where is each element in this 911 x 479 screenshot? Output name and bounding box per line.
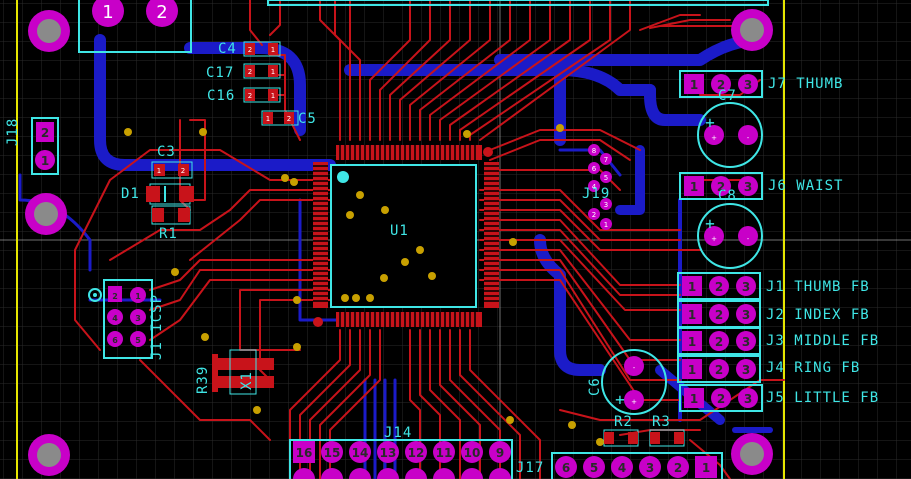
- label-c8: C8: [718, 188, 737, 204]
- svg-text:1: 1: [266, 115, 270, 123]
- j17-pad: 6: [562, 461, 570, 475]
- svg-text:2: 2: [248, 68, 252, 76]
- j17-pad: 3: [646, 461, 654, 475]
- label-j19: J19: [582, 186, 611, 202]
- label-j5-little-fb: J5 LITTLE FB: [766, 390, 880, 406]
- svg-text:3: 3: [604, 201, 608, 209]
- header-pad: 3: [744, 180, 752, 194]
- label-j7: J7 THUMB: [768, 76, 844, 92]
- label-c3: C3: [157, 144, 176, 160]
- svg-text:2: 2: [248, 92, 252, 100]
- label-r1: R1: [159, 226, 178, 242]
- j17-pad: 2: [674, 461, 682, 475]
- svg-text:1: 1: [271, 46, 275, 54]
- header-pad: 1: [690, 392, 698, 406]
- top-connector-pad-2: 2: [156, 2, 167, 23]
- header-pad: 1: [688, 363, 696, 377]
- top-connector-pad-1: 1: [102, 2, 113, 23]
- label-c6: C6: [587, 377, 603, 396]
- svg-text:1: 1: [604, 221, 608, 229]
- j18-pad-2: 2: [41, 126, 49, 140]
- svg-text:+: +: [631, 398, 637, 406]
- svg-text:5: 5: [604, 174, 608, 182]
- header-pad: 2: [715, 280, 723, 294]
- label-j17: J17: [516, 460, 545, 476]
- svg-text:1: 1: [271, 92, 275, 100]
- j14-pad: 12: [408, 446, 425, 460]
- header-pad: 2: [715, 363, 723, 377]
- svg-text:2: 2: [181, 167, 185, 175]
- j14-pad: 11: [436, 446, 453, 460]
- label-c4: C4: [218, 41, 237, 57]
- j18-pad-1: 1: [41, 154, 49, 168]
- header-pad: 1: [688, 335, 696, 349]
- header-pad: 3: [744, 78, 752, 92]
- label-c16: C16: [207, 88, 236, 104]
- header-pad: 1: [688, 280, 696, 294]
- j17-pad: 5: [590, 461, 598, 475]
- label-j4-ring-fb: J4 RING FB: [766, 360, 861, 376]
- svg-text:8: 8: [592, 147, 596, 155]
- label-j1-thumb-fb: J1 THUMB FB: [766, 279, 870, 295]
- svg-text:1: 1: [271, 68, 275, 76]
- label-x1: X1: [239, 371, 255, 390]
- j17-pad: 1: [702, 461, 710, 475]
- label-j3-middle-fb: J3 MIDDLE FB: [766, 333, 880, 349]
- svg-text:+: +: [615, 390, 625, 409]
- label-d1: D1: [121, 186, 140, 202]
- j14-pad: 9: [496, 446, 504, 460]
- header-pad: 2: [715, 308, 723, 322]
- header-pad: 1: [690, 180, 698, 194]
- label-j6: J6 WAIST: [768, 178, 844, 194]
- pcb-layout-canvas: 1 2 2 1 2 1 2 1 1 2 1 2 2 1 2 1 4 3 6 5 …: [0, 0, 911, 479]
- svg-text:+: +: [705, 113, 715, 132]
- svg-text:5: 5: [135, 336, 141, 345]
- svg-text:6: 6: [592, 165, 597, 173]
- j14-pad: 14: [352, 446, 369, 460]
- header-pad: 3: [742, 335, 750, 349]
- label-r2: R2: [614, 414, 633, 430]
- svg-text:+: +: [705, 214, 715, 233]
- svg-text:2: 2: [592, 211, 596, 219]
- svg-text:7: 7: [604, 156, 608, 164]
- j14-pad: 15: [324, 446, 341, 460]
- label-c5: C5: [298, 111, 317, 127]
- svg-text:2: 2: [112, 292, 118, 301]
- header-pad: 1: [688, 308, 696, 322]
- svg-text:2: 2: [248, 46, 252, 54]
- header-pad: 3: [744, 392, 752, 406]
- svg-text:1: 1: [157, 167, 161, 175]
- header-pad: 1: [690, 78, 698, 92]
- label-c7: C7: [718, 88, 737, 104]
- header-pad: 3: [742, 308, 750, 322]
- label-u1: U1: [390, 223, 409, 239]
- label-r39: R39: [195, 365, 211, 394]
- label-j18: J18: [5, 117, 21, 146]
- svg-text:+: +: [711, 235, 717, 243]
- label-r3: R3: [652, 414, 671, 430]
- j14-pad: 13: [380, 446, 397, 460]
- header-pad: 3: [742, 280, 750, 294]
- svg-text:4: 4: [112, 314, 118, 323]
- svg-text:6: 6: [112, 336, 118, 345]
- label-j14: J14: [384, 425, 413, 441]
- svg-text:2: 2: [287, 115, 291, 123]
- svg-text:+: +: [711, 134, 717, 142]
- j14-pad: 10: [464, 446, 481, 460]
- label-j2-index-fb: J2 INDEX FB: [766, 307, 870, 323]
- header-pad: 2: [717, 392, 725, 406]
- svg-text:1: 1: [135, 292, 141, 301]
- header-pad: 3: [742, 363, 750, 377]
- svg-text:3: 3: [135, 314, 141, 323]
- label-j1-icsp: J1 ICSP: [149, 293, 165, 360]
- label-c17: C17: [206, 65, 235, 81]
- header-pad: 2: [715, 335, 723, 349]
- j14-pad: 16: [296, 446, 313, 460]
- j17-pad: 4: [618, 461, 626, 475]
